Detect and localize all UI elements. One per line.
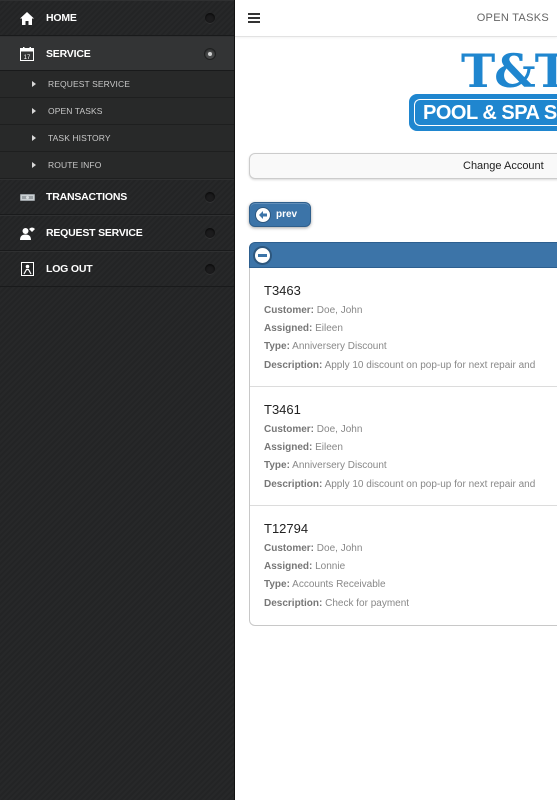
- task-type: Type: Accounts Receivable: [264, 579, 386, 590]
- status-dot: [205, 13, 215, 23]
- sidebar-item-logout[interactable]: LOG OUT: [0, 251, 234, 287]
- sidebar-subitem-request-service[interactable]: REQUEST SERVICE: [0, 71, 234, 98]
- task-type: Type: Anniversery Discount: [264, 341, 387, 352]
- bullet-icon: [32, 135, 36, 141]
- change-account-label: Change Account: [463, 160, 544, 172]
- task-assigned: Assigned: Eileen: [264, 323, 343, 334]
- money-icon: [19, 189, 35, 205]
- sidebar-item-label: TRANSACTIONS: [46, 191, 128, 203]
- sidebar-item-transactions[interactable]: TRANSACTIONS: [0, 179, 234, 215]
- sidebar-item-home[interactable]: HOME: [0, 0, 234, 36]
- status-dot: [205, 228, 215, 238]
- sidebar: HOME 17 SERVICE REQUEST SERVICE OPEN TAS…: [0, 0, 235, 800]
- page-title: OPEN TASKS: [476, 12, 549, 24]
- bullet-icon: [32, 162, 36, 168]
- top-bar: OPEN TASKS: [235, 0, 557, 37]
- task-customer: Customer: Doe, John: [264, 305, 363, 316]
- sidebar-subitem-label: OPEN TASKS: [48, 106, 103, 116]
- status-dot: [205, 48, 215, 59]
- person-icon: [19, 225, 35, 241]
- sidebar-item-service[interactable]: 17 SERVICE: [0, 36, 234, 71]
- list-item[interactable]: T3463 Customer: Doe, John Assigned: Eile…: [250, 268, 557, 387]
- sidebar-item-label: SERVICE: [46, 47, 91, 60]
- task-customer: Customer: Doe, John: [264, 543, 363, 554]
- sidebar-subitem-label: TASK HISTORY: [48, 133, 111, 143]
- arrow-left-icon: [256, 208, 270, 222]
- prev-button[interactable]: prev: [249, 202, 311, 227]
- task-type: Type: Anniversery Discount: [264, 460, 387, 471]
- task-description: Description: Apply 10 discount on pop-up…: [264, 479, 536, 490]
- main-content: OPEN TASKS T&T POOL & SPA SERVICE Change…: [235, 0, 557, 800]
- status-dot: [205, 264, 215, 274]
- home-icon: [19, 10, 35, 26]
- logout-icon: [19, 261, 35, 277]
- change-account-button[interactable]: Change Account: [249, 153, 557, 179]
- task-id: T12794: [264, 521, 309, 536]
- company-logo: T&T POOL & SPA SERVICE: [409, 48, 557, 138]
- bullet-icon: [32, 108, 36, 114]
- task-id: T3463: [264, 283, 301, 298]
- sidebar-item-label: LOG OUT: [46, 263, 93, 275]
- task-id: T3461: [264, 402, 301, 417]
- logo-top-text: T&T: [461, 44, 557, 98]
- task-assigned: Assigned: Eileen: [264, 442, 343, 453]
- list-item[interactable]: T12794 Customer: Doe, John Assigned: Lon…: [250, 506, 557, 625]
- task-list: T3463 Customer: Doe, John Assigned: Eile…: [249, 268, 557, 626]
- prev-label: prev: [276, 209, 298, 220]
- sidebar-item-label: REQUEST SERVICE: [46, 227, 143, 239]
- task-list-header[interactable]: [249, 242, 557, 268]
- logo-band: POOL & SPA SERVICE: [409, 94, 557, 131]
- bullet-icon: [32, 81, 36, 87]
- sidebar-subitem-open-tasks[interactable]: OPEN TASKS: [0, 98, 234, 125]
- collapse-icon[interactable]: [255, 248, 270, 263]
- logo-band-text: POOL & SPA SERVICE: [423, 102, 557, 124]
- task-assigned: Assigned: Lonnie: [264, 561, 346, 572]
- status-dot: [205, 192, 215, 202]
- sidebar-subitem-task-history[interactable]: TASK HISTORY: [0, 125, 234, 152]
- task-customer: Customer: Doe, John: [264, 424, 363, 435]
- hamburger-icon[interactable]: [248, 13, 260, 23]
- sidebar-item-request-service[interactable]: REQUEST SERVICE: [0, 215, 234, 251]
- svg-text:17: 17: [24, 55, 31, 61]
- sidebar-subitem-label: REQUEST SERVICE: [48, 79, 130, 89]
- sidebar-subitem-label: ROUTE INFO: [48, 160, 102, 170]
- sidebar-subitem-route-info[interactable]: ROUTE INFO: [0, 152, 234, 179]
- calendar-icon: 17: [19, 46, 35, 62]
- sidebar-item-label: HOME: [46, 12, 77, 24]
- task-description: Description: Apply 10 discount on pop-up…: [264, 360, 536, 371]
- task-description: Description: Check for payment: [264, 598, 410, 609]
- list-item[interactable]: T3461 Customer: Doe, John Assigned: Eile…: [250, 387, 557, 506]
